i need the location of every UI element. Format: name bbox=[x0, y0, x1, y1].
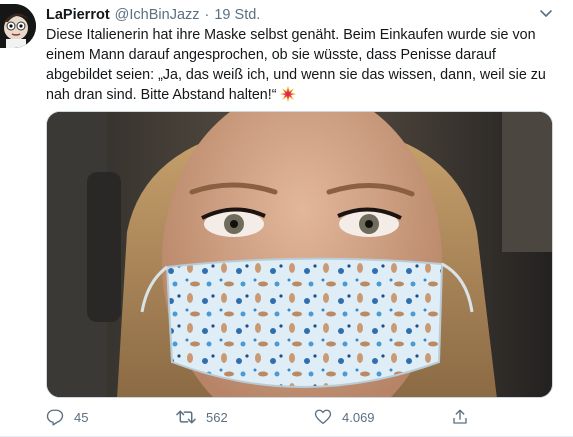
heart-icon bbox=[314, 408, 332, 426]
collision-emoji-icon bbox=[279, 86, 296, 108]
retweet-icon bbox=[176, 408, 196, 426]
like-count: 4.069 bbox=[342, 409, 375, 425]
like-button[interactable]: 4.069 bbox=[314, 406, 375, 428]
display-name[interactable]: LaPierrot bbox=[46, 7, 110, 23]
separator-dot: · bbox=[204, 7, 210, 23]
reply-button[interactable]: 45 bbox=[46, 406, 88, 428]
avatar[interactable] bbox=[0, 4, 36, 48]
user-handle[interactable]: @IchBinJazz bbox=[115, 7, 200, 23]
tweet-photo[interactable] bbox=[46, 111, 553, 398]
timestamp[interactable]: 19 Std. bbox=[214, 7, 260, 23]
retweet-button[interactable]: 562 bbox=[176, 406, 228, 428]
retweet-count: 562 bbox=[206, 409, 228, 425]
reply-count: 45 bbox=[74, 409, 89, 425]
share-button[interactable] bbox=[451, 406, 469, 428]
tweet-header: LaPierrot @IchBinJazz · 19 Std. bbox=[46, 5, 553, 25]
tweet-text: Diese Italienerin hat ihre Maske selbst … bbox=[46, 27, 546, 103]
photo-woman-with-mask-icon bbox=[47, 112, 552, 397]
reply-icon bbox=[46, 408, 64, 426]
share-icon bbox=[451, 408, 469, 426]
chevron-down-icon[interactable] bbox=[537, 4, 555, 22]
tweet[interactable]: LaPierrot @IchBinJazz · 19 Std. Diese It… bbox=[0, 0, 573, 437]
avatar-image bbox=[0, 4, 36, 48]
tweet-actions: 45 562 4.069 bbox=[46, 406, 486, 428]
tweet-text-container: Diese Italienerin hat ihre Maske selbst … bbox=[46, 25, 558, 108]
